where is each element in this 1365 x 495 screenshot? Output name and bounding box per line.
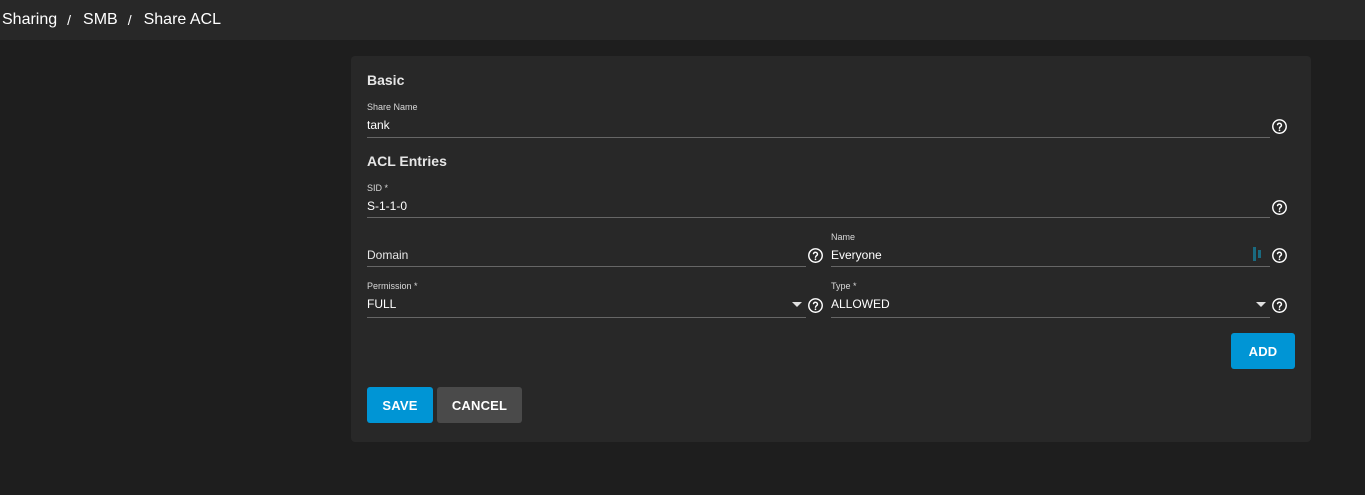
breadcrumb: Sharing / SMB / Share ACL — [2, 11, 221, 29]
share-acl-form-card: Basic Share Name tank ACL Entries SID * … — [351, 56, 1311, 442]
name-label: Name — [831, 232, 856, 242]
sid-label: SID * — [367, 183, 389, 193]
share-name-underline — [367, 137, 1270, 138]
type-value[interactable]: ALLOWED — [831, 297, 890, 311]
save-button[interactable]: SAVE — [367, 387, 433, 423]
help-circle-icon[interactable] — [1271, 199, 1288, 216]
share-name-label: Share Name — [367, 102, 418, 112]
breadcrumb-item-share-acl: Share ACL — [143, 11, 221, 28]
share-name-value[interactable]: tank — [367, 118, 390, 132]
type-underline — [831, 317, 1270, 318]
sid-underline — [367, 217, 1270, 218]
top-bar: Sharing / SMB / Share ACL — [0, 0, 1365, 40]
chevron-down-icon[interactable] — [792, 302, 802, 307]
name-underline — [831, 266, 1270, 267]
permission-select[interactable]: Permission * FULL — [367, 281, 806, 318]
help-circle-icon[interactable] — [1271, 297, 1288, 314]
domain-placeholder[interactable]: Domain — [367, 248, 408, 262]
permission-label: Permission * — [367, 281, 418, 291]
chevron-down-icon[interactable] — [1256, 302, 1266, 307]
name-field[interactable]: Name Everyone — [831, 232, 1270, 268]
sid-value[interactable]: S-1-1-0 — [367, 199, 407, 213]
share-name-field[interactable]: Share Name tank — [367, 102, 1270, 138]
add-acl-entry-button[interactable]: ADD — [1231, 333, 1295, 369]
breadcrumb-item-sharing[interactable]: Sharing — [2, 11, 57, 29]
domain-underline — [367, 266, 806, 267]
domain-field[interactable]: Domain — [367, 232, 806, 268]
permission-value[interactable]: FULL — [367, 297, 396, 311]
help-circle-icon[interactable] — [807, 247, 824, 264]
name-value[interactable]: Everyone — [831, 248, 882, 262]
cancel-button[interactable]: CANCEL — [437, 387, 522, 423]
help-circle-icon[interactable] — [807, 297, 824, 314]
combobox-icon[interactable] — [1253, 247, 1263, 261]
breadcrumb-item-smb[interactable]: SMB — [83, 11, 118, 29]
sid-field[interactable]: SID * S-1-1-0 — [367, 183, 1270, 219]
type-label: Type * — [831, 281, 857, 291]
acl-entries-section-title: ACL Entries — [367, 153, 447, 169]
help-circle-icon[interactable] — [1271, 247, 1288, 264]
breadcrumb-separator: / — [127, 12, 132, 28]
permission-underline — [367, 317, 806, 318]
basic-section-title: Basic — [367, 72, 405, 88]
breadcrumb-separator: / — [67, 12, 72, 28]
help-circle-icon[interactable] — [1271, 118, 1288, 135]
type-select[interactable]: Type * ALLOWED — [831, 281, 1270, 318]
